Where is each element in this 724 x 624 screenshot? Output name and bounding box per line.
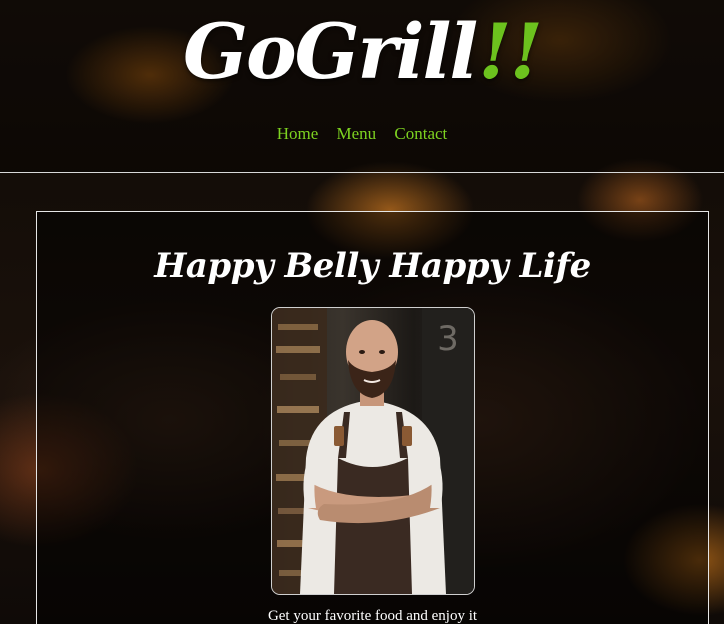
hero-title: Happy Belly Happy Life xyxy=(154,246,591,286)
svg-text:3: 3 xyxy=(437,319,459,359)
page: GoGrill!! Home Menu Contact Happy Belly … xyxy=(0,0,724,624)
chef-photo: 3 xyxy=(271,307,475,595)
logo-accent: !! xyxy=(478,7,543,96)
chef-portrait-image: 3 xyxy=(272,308,474,594)
hero-card: Happy Belly Happy Life 3 Get your favori… xyxy=(36,211,709,624)
hero-tagline: Get your favorite food and enjoy it xyxy=(267,608,478,624)
main-nav: Home Menu Contact xyxy=(0,124,724,144)
nav-menu-link[interactable]: Menu xyxy=(336,124,376,143)
logo-text: GoGrill xyxy=(183,7,478,96)
site-logo[interactable]: GoGrill!! xyxy=(0,2,724,102)
nav-home-link[interactable]: Home xyxy=(277,124,319,143)
nav-contact-link[interactable]: Contact xyxy=(394,124,447,143)
site-header: GoGrill!! Home Menu Contact xyxy=(0,0,724,172)
header-divider xyxy=(0,172,724,173)
